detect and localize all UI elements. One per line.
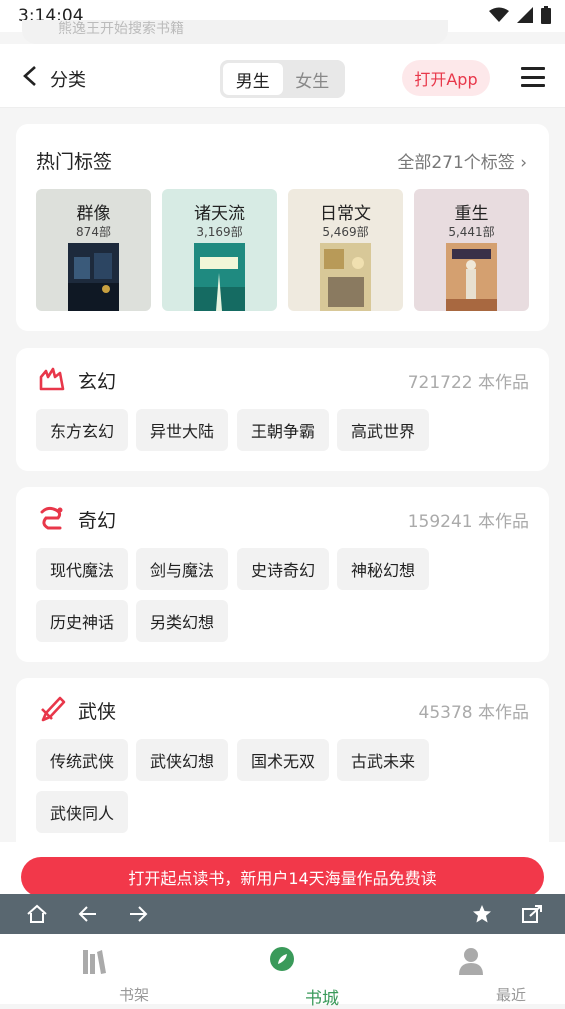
share-icon[interactable]: [521, 904, 543, 924]
category-count: 45378 本作品: [418, 703, 529, 723]
tag-chip[interactable]: 王朝争霸: [237, 409, 329, 451]
hot-tags-card: 热门标签 全部271个标签 › 群像 874部 诸天流 3,169部 日常文 5…: [16, 124, 549, 331]
forward-arrow-icon[interactable]: [128, 905, 148, 923]
open-app-promo-banner[interactable]: 打开起点读书，新用户14天海量作品免费读: [21, 857, 544, 897]
hot-tag-name: 日常文: [320, 204, 371, 224]
tag-chip[interactable]: 东方玄幻: [36, 409, 128, 451]
tag-chip[interactable]: 武侠幻想: [136, 739, 228, 781]
signal-icon: [517, 7, 533, 23]
nav-label: 书城: [305, 989, 339, 1009]
menu-icon[interactable]: [521, 67, 545, 87]
hot-tags-title: 热门标签: [36, 151, 113, 173]
tab-female[interactable]: 女生: [283, 63, 343, 95]
magic-icon: [40, 506, 63, 530]
recent-icon: [459, 948, 483, 975]
wuxia-icon: [41, 696, 66, 722]
gender-switch: 男生 女生: [220, 60, 345, 98]
all-tags-link[interactable]: 全部271个标签 ›: [397, 148, 527, 173]
header-bar: 分类 男生 女生 打开App: [0, 44, 565, 108]
hot-tag-count: 5,469部: [322, 225, 369, 239]
nav-label: 最近: [495, 986, 526, 1004]
star-icon[interactable]: [472, 904, 492, 924]
tag-chip[interactable]: 古武未来: [337, 739, 429, 781]
hot-tag-count: 3,169部: [196, 225, 243, 239]
category-card-wuxia[interactable]: 武侠 45378 本作品 传统武侠 武侠幻想 国术无双 古武未来 武侠同人: [16, 678, 549, 868]
hot-tag-item[interactable]: 日常文 5,469部: [288, 189, 403, 311]
tag-chip[interactable]: 剑与魔法: [136, 548, 228, 590]
hot-tag-count: 5,441部: [448, 225, 495, 239]
hot-tag-name: 重生: [454, 204, 489, 224]
tag-chip[interactable]: 现代魔法: [36, 548, 128, 590]
category-card-qihuan[interactable]: 奇幻 159241 本作品 现代魔法 剑与魔法 史诗奇幻 神秘幻想 历史神话 另…: [16, 487, 549, 662]
browser-toolbar: [0, 894, 565, 934]
tab-male[interactable]: 男生: [223, 63, 283, 95]
battery-icon: [541, 6, 551, 24]
tag-chip[interactable]: 传统武侠: [36, 739, 128, 781]
back-arrow-icon[interactable]: [78, 905, 98, 923]
search-placeholder: 熊逸王开始搜索书籍: [58, 21, 184, 37]
category-name: 玄幻: [78, 371, 117, 393]
category-name: 奇幻: [78, 510, 117, 532]
hot-tag-item[interactable]: 重生 5,441部: [414, 189, 529, 311]
fantasy-icon: [39, 367, 65, 391]
category-count: 721722 本作品: [407, 373, 529, 393]
bookstore-icon: [270, 947, 294, 971]
home-icon[interactable]: [26, 904, 48, 924]
category-count: 159241 本作品: [407, 512, 529, 532]
book-cover-image: [68, 243, 119, 311]
book-cover-image: [446, 243, 497, 311]
bottom-nav: 书架 书城 最近: [0, 934, 565, 1009]
search-input[interactable]: 熊逸王开始搜索书籍: [22, 20, 448, 44]
tag-chip[interactable]: 史诗奇幻: [237, 548, 329, 590]
open-app-button[interactable]: 打开App: [402, 60, 490, 96]
hot-tag-name: 诸天流: [194, 204, 245, 224]
page-title: 分类: [50, 70, 86, 91]
tag-chip[interactable]: 历史神话: [36, 600, 128, 642]
nav-label: 书架: [118, 986, 149, 1004]
tag-chip[interactable]: 国术无双: [237, 739, 329, 781]
tag-chip[interactable]: 武侠同人: [36, 791, 128, 833]
tag-chip[interactable]: 异世大陆: [136, 409, 228, 451]
category-name: 武侠: [78, 701, 117, 723]
back-arrow-icon[interactable]: [22, 66, 38, 86]
tag-chip[interactable]: 高武世界: [337, 409, 429, 451]
bookshelf-icon: [83, 950, 106, 974]
hot-tag-count: 874部: [76, 225, 111, 239]
hot-tag-name: 群像: [76, 204, 111, 224]
wifi-icon: [489, 7, 509, 22]
hot-tag-item[interactable]: 群像 874部: [36, 189, 151, 311]
tag-chip[interactable]: 神秘幻想: [337, 548, 429, 590]
book-cover-image: [194, 243, 245, 311]
category-card-xuanhuan[interactable]: 玄幻 721722 本作品 东方玄幻 异世大陆 王朝争霸 高武世界: [16, 348, 549, 471]
hot-tag-item[interactable]: 诸天流 3,169部: [162, 189, 277, 311]
book-cover-image: [320, 243, 371, 311]
tag-chip[interactable]: 另类幻想: [136, 600, 228, 642]
